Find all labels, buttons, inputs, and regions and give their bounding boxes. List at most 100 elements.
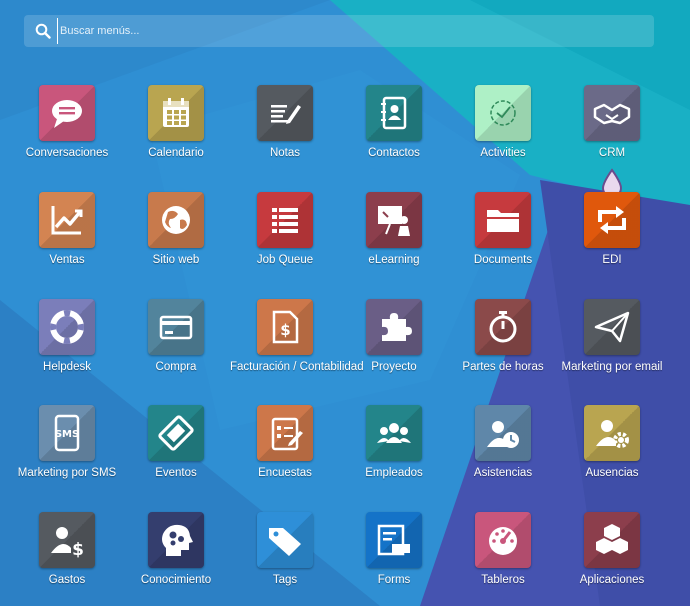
app-label: Compra xyxy=(155,361,197,373)
app-crm[interactable]: CRM xyxy=(557,85,667,159)
sms-phone-icon: SMS xyxy=(54,414,80,452)
app-aplicaciones[interactable]: Aplicaciones xyxy=(557,512,667,586)
app-label: Conocimiento xyxy=(140,574,212,586)
calendar-icon xyxy=(163,98,189,127)
app-tile[interactable] xyxy=(475,512,531,568)
app-sitio-web[interactable]: Sitio web xyxy=(121,192,231,266)
user-clock-icon xyxy=(487,421,519,448)
app-gastos[interactable]: $ Gastos xyxy=(12,512,122,586)
app-tile[interactable] xyxy=(257,85,313,141)
app-tile[interactable]: $ xyxy=(39,512,95,568)
app-ventas[interactable]: Ventas xyxy=(12,192,122,266)
activities-icon xyxy=(490,100,516,126)
app-tile[interactable] xyxy=(148,192,204,248)
search-icon xyxy=(35,23,51,39)
app-calendario[interactable]: Calendario xyxy=(121,85,231,159)
app-eventos[interactable]: Eventos xyxy=(121,405,231,479)
app-label: Encuestas xyxy=(258,467,312,479)
stopwatch-icon xyxy=(489,311,517,343)
app-tile[interactable] xyxy=(366,405,422,461)
app-tile[interactable] xyxy=(257,405,313,461)
ticket-icon xyxy=(158,415,194,451)
app-label: Tags xyxy=(272,574,298,586)
app-tile[interactable] xyxy=(584,299,640,355)
app-forms[interactable]: Forms xyxy=(339,512,449,586)
app-label: Forms xyxy=(377,574,411,586)
svg-text:SMS: SMS xyxy=(55,429,79,440)
cubes-icon xyxy=(596,524,628,554)
app-label: Notas xyxy=(269,147,301,159)
app-tile[interactable] xyxy=(39,299,95,355)
gauge-icon xyxy=(489,527,517,555)
app-label: Asistencias xyxy=(473,467,533,479)
app-tile[interactable] xyxy=(366,512,422,568)
app-tags[interactable]: Tags xyxy=(230,512,340,586)
app-tableros[interactable]: Tableros xyxy=(448,512,558,586)
app-compra[interactable]: Compra xyxy=(121,299,231,373)
tags-icon xyxy=(269,528,301,556)
app-tile[interactable] xyxy=(584,512,640,568)
app-ausencias[interactable]: Ausencias xyxy=(557,405,667,479)
app-tile[interactable]: $ xyxy=(257,299,313,355)
chat-icon xyxy=(52,100,82,128)
app-tile[interactable] xyxy=(584,85,640,141)
app-label: Eventos xyxy=(155,467,197,479)
app-tile[interactable] xyxy=(475,299,531,355)
search-input[interactable] xyxy=(57,18,654,44)
app-tile[interactable] xyxy=(475,405,531,461)
user-dollar-icon: $ xyxy=(51,527,84,560)
app-conversaciones[interactable]: Conversaciones xyxy=(12,85,122,159)
app-tile[interactable] xyxy=(584,405,640,461)
app-partes-de-horas[interactable]: Partes de horas xyxy=(448,299,558,373)
app-conocimiento[interactable]: Conocimiento xyxy=(121,512,231,586)
chart-icon xyxy=(51,206,83,235)
app-label: Proyecto xyxy=(371,361,417,373)
app-tile[interactable] xyxy=(257,192,313,248)
app-label: Activities xyxy=(480,147,526,159)
app-tile[interactable] xyxy=(257,512,313,568)
app-marketing-por-sms[interactable]: SMS Marketing por SMS xyxy=(12,405,122,479)
app-tile[interactable] xyxy=(475,85,531,141)
app-label: Marketing por SMS xyxy=(17,467,117,479)
app-tile[interactable] xyxy=(366,299,422,355)
head-gears-icon xyxy=(162,524,193,556)
app-activities[interactable]: Activities xyxy=(448,85,558,159)
app-tile[interactable] xyxy=(148,405,204,461)
app-tile[interactable] xyxy=(39,192,95,248)
app-asistencias[interactable]: Asistencias xyxy=(448,405,558,479)
app-documents[interactable]: Documents xyxy=(448,192,558,266)
app-tile[interactable] xyxy=(148,512,204,568)
app-tile[interactable] xyxy=(148,85,204,141)
app-tile[interactable] xyxy=(39,85,95,141)
app-label: Helpdesk xyxy=(43,361,91,373)
app-encuestas[interactable]: Encuestas xyxy=(230,405,340,479)
search-bar[interactable] xyxy=(24,15,654,47)
app-label: Partes de horas xyxy=(462,361,544,373)
app-tile[interactable] xyxy=(584,192,640,248)
people-icon xyxy=(377,423,411,443)
app-tile[interactable] xyxy=(148,299,204,355)
app-tile[interactable] xyxy=(366,85,422,141)
globe-icon xyxy=(162,206,190,234)
app-empleados[interactable]: Empleados xyxy=(339,405,449,479)
app-label: Sitio web xyxy=(152,254,200,266)
app-proyecto[interactable]: Proyecto xyxy=(339,299,449,373)
app-tile[interactable]: SMS xyxy=(39,405,95,461)
sync-icon xyxy=(598,206,626,234)
app-helpdesk[interactable]: Helpdesk xyxy=(12,299,122,373)
app-edi[interactable]: EDI xyxy=(557,192,667,266)
app-label: Tableros xyxy=(481,574,525,586)
app-elearning[interactable]: eLearning xyxy=(339,192,449,266)
app-marketing-por-email[interactable]: Marketing por email xyxy=(557,299,667,373)
app-label: Job Queue xyxy=(256,254,314,266)
app-tile[interactable] xyxy=(366,192,422,248)
app-label: Empleados xyxy=(365,467,423,479)
app-facturacion-contabilidad[interactable]: $ Facturación / Contabilidad xyxy=(230,299,364,373)
app-job-queue[interactable]: Job Queue xyxy=(230,192,340,266)
app-notas[interactable]: Notas xyxy=(230,85,340,159)
app-contactos[interactable]: Contactos xyxy=(339,85,449,159)
app-label: eLearning xyxy=(368,254,420,266)
lifebuoy-icon xyxy=(50,310,84,344)
invoice-icon: $ xyxy=(272,310,299,344)
app-tile[interactable] xyxy=(475,192,531,248)
